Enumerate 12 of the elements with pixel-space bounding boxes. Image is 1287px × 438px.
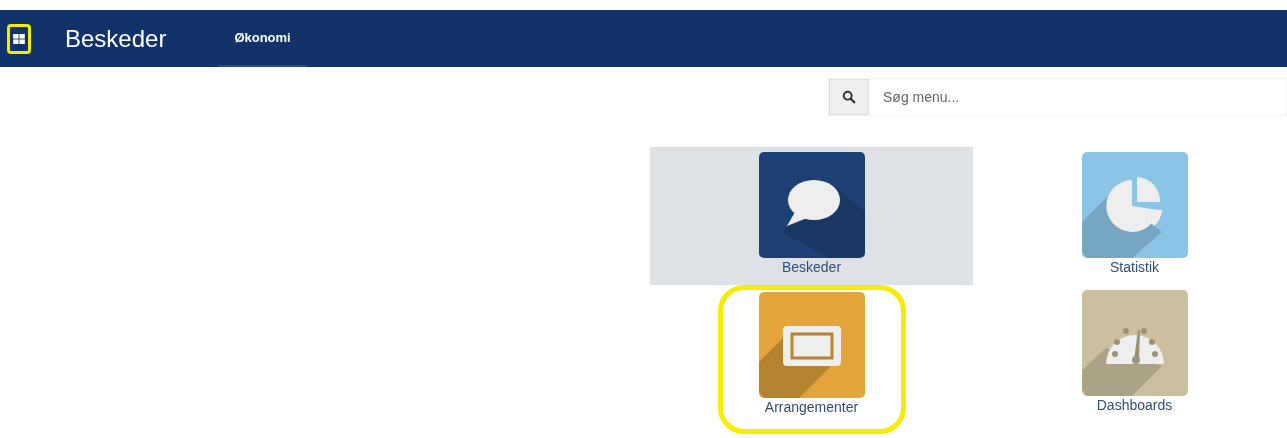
apps-grid-icon[interactable] <box>13 33 25 44</box>
nav-menu-item[interactable]: Økonomi <box>218 10 307 67</box>
app-label: Arrangementer <box>764 399 859 415</box>
app-label: Beskeder <box>781 259 842 275</box>
app-tile[interactable]: Dashboards <box>1040 285 1229 418</box>
search-icon <box>842 90 856 104</box>
app-tile[interactable]: Statistik <box>1040 147 1229 280</box>
highlighted-app-tile[interactable]: Arrangementer <box>717 285 906 434</box>
app-label: Statistik <box>1110 259 1159 275</box>
app-tile[interactable]: Beskeder <box>717 147 906 280</box>
brand-title: Beskeder <box>65 24 167 53</box>
app-label: Dashboards <box>1096 397 1173 413</box>
